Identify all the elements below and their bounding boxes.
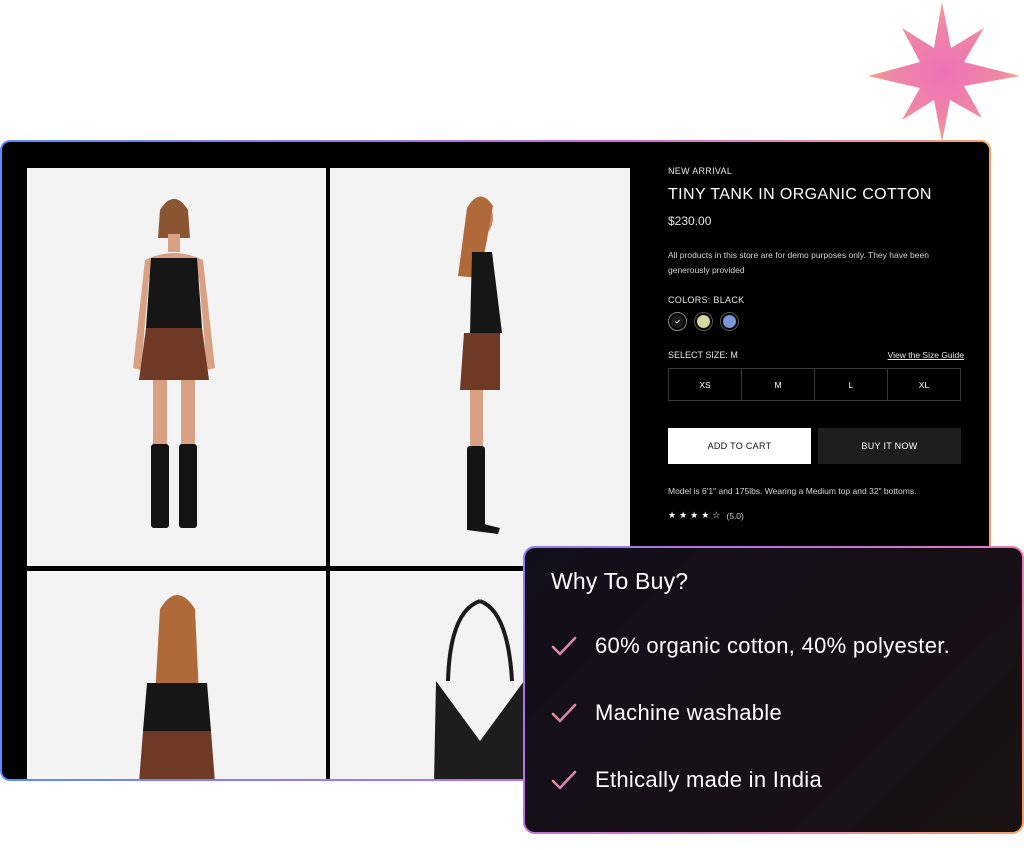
colors-label: COLORS: BLACK: [668, 295, 745, 305]
color-swatches: [668, 312, 964, 331]
check-icon: [675, 319, 680, 324]
size-guide-link[interactable]: View the Size Guide: [888, 350, 964, 360]
star-icon: ★: [668, 510, 677, 520]
why-title: Why To Buy?: [551, 568, 689, 594]
star-icon: ★: [690, 510, 699, 520]
rating-value: (5.0): [726, 510, 744, 521]
why-to-buy-card: Why To Buy? 60% organic cotton, 40% poly…: [523, 546, 1024, 834]
size-option-m[interactable]: M: [741, 368, 815, 401]
why-item-text: Machine washable: [595, 700, 783, 725]
sparkle-icon: [868, 2, 1020, 142]
why-item: Machine washable: [551, 696, 996, 730]
product-title: TINY TANK IN ORGANIC COTTON: [668, 186, 932, 203]
purchase-actions: ADD TO CART BUY IT NOW: [668, 428, 964, 464]
product-price: $230.00: [668, 214, 712, 228]
why-item-text: Ethically made in India: [595, 767, 823, 792]
why-item: Ethically made in India: [551, 763, 996, 797]
model-info: Model is 6'1" and 175lbs. Wearing a Medi…: [668, 486, 917, 496]
why-list: 60% organic cotton, 40% polyester. Machi…: [551, 629, 996, 797]
swatch-sage[interactable]: [694, 312, 713, 331]
swatch-blue[interactable]: [720, 312, 739, 331]
buy-now-button[interactable]: BUY IT NOW: [818, 428, 961, 464]
check-icon: [551, 703, 577, 723]
star-icon: ★: [679, 510, 688, 520]
add-to-cart-button[interactable]: ADD TO CART: [668, 428, 811, 464]
product-info: NEW ARRIVAL TINY TANK IN ORGANIC COTTON …: [668, 166, 964, 521]
size-option-xl[interactable]: XL: [887, 368, 961, 401]
size-option-xs[interactable]: XS: [668, 368, 742, 401]
rating: ★ ★ ★ ★ ☆ (5.0): [668, 510, 964, 521]
size-label: SELECT SIZE: M: [668, 350, 738, 360]
size-row: SELECT SIZE: M View the Size Guide: [668, 350, 964, 360]
check-icon: [551, 636, 577, 656]
star-icon: ★: [701, 510, 710, 520]
demo-notice: All products in this store are for demo …: [668, 250, 929, 275]
star-half-icon: ☆: [712, 510, 721, 520]
size-options: XS M L XL: [668, 368, 964, 401]
product-badge: NEW ARRIVAL: [668, 166, 733, 176]
size-option-l[interactable]: L: [814, 368, 888, 401]
product-photo-front[interactable]: [27, 168, 326, 566]
why-item: 60% organic cotton, 40% polyester.: [551, 629, 996, 663]
product-photo-back[interactable]: [27, 571, 326, 779]
swatch-black[interactable]: [668, 312, 687, 331]
check-icon: [551, 770, 577, 790]
why-item-text: 60% organic cotton, 40% polyester.: [595, 633, 951, 658]
product-photo-side[interactable]: [330, 168, 630, 566]
